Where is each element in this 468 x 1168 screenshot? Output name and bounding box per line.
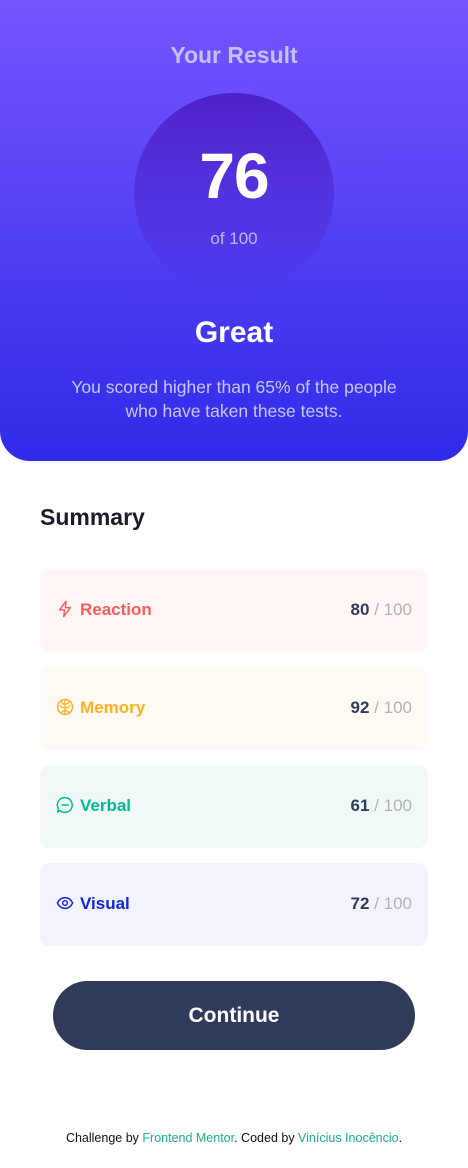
chat-bubble-icon — [56, 796, 74, 814]
summary-item-score: 61 / 100 — [350, 796, 412, 815]
summary-item-visual: Visual 72 / 100 — [40, 863, 428, 946]
brain-icon — [56, 698, 74, 716]
summary-item-score: 80 / 100 — [350, 600, 412, 619]
summary-item-label: Visual — [80, 894, 130, 913]
summary-item-score: 92 / 100 — [350, 698, 412, 717]
attribution-text: Challenge by — [65, 1131, 143, 1145]
score-value: 76 — [199, 140, 269, 212]
result-title: Your Result — [170, 42, 298, 68]
summary-item-label: Memory — [80, 698, 146, 717]
summary-item-label: Verbal — [80, 796, 132, 815]
summary-title: Summary — [40, 504, 145, 530]
result-description: You scored higher than 65% of the people… — [71, 377, 397, 421]
author-link[interactable]: Vinícius Inocêncio — [298, 1131, 399, 1145]
lightning-icon — [56, 600, 74, 618]
summary-item-label: Reaction — [80, 600, 152, 619]
summary-item-score: 72 / 100 — [350, 894, 412, 913]
result-panel: Your Result 76 of 100 Great You scored h… — [0, 0, 468, 461]
continue-button[interactable]: Continue — [53, 981, 415, 1050]
eye-icon — [56, 894, 74, 912]
attribution-text: . Coded by — [234, 1131, 299, 1145]
score-circle: 76 of 100 — [134, 93, 334, 293]
frontend-mentor-link[interactable]: Frontend Mentor — [142, 1131, 234, 1145]
attribution-text: . — [398, 1131, 403, 1145]
summary-item-reaction: Reaction 80 / 100 — [40, 569, 428, 652]
result-verdict: Great — [194, 316, 274, 349]
score-out-of: of 100 — [210, 229, 258, 248]
summary-item-verbal: Verbal 61 / 100 — [40, 765, 428, 848]
attribution: Challenge by Frontend Mentor. Coded by V… — [0, 1131, 468, 1145]
summary-item-memory: Memory 92 / 100 — [40, 667, 428, 750]
